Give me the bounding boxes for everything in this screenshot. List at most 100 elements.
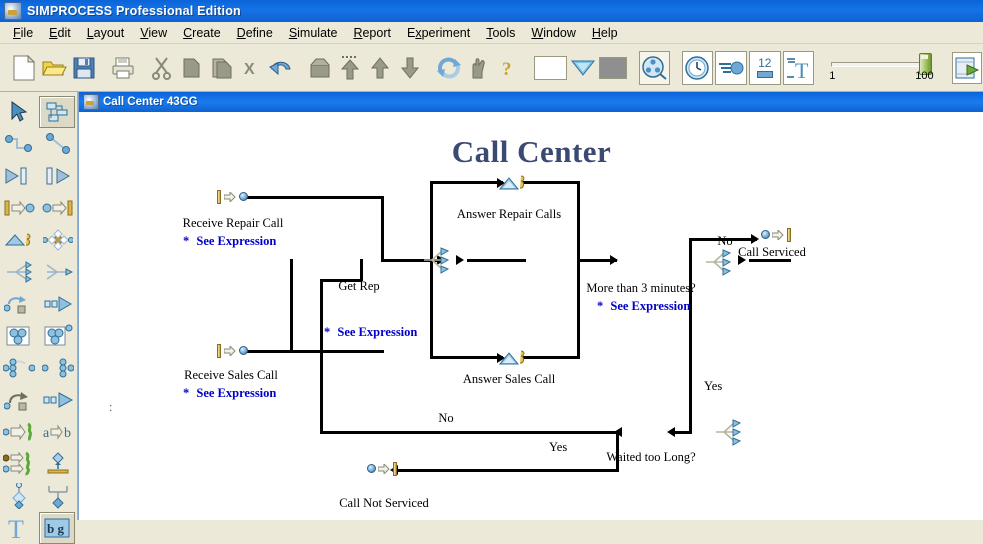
split-tool[interactable] — [41, 257, 75, 287]
text-tool[interactable]: T — [2, 513, 36, 543]
see-expression-text-4: See Expression — [610, 299, 691, 313]
fill-color-swatch[interactable] — [533, 55, 568, 80]
run-simulation-icon[interactable] — [952, 51, 982, 84]
sequence-tool[interactable] — [41, 353, 75, 383]
svg-text:b g: b g — [47, 521, 64, 536]
connector-straight-tool[interactable] — [41, 129, 75, 159]
hierarchy-layout-tool[interactable] — [39, 96, 76, 128]
distribute-tool[interactable] — [41, 225, 75, 255]
hand-grab-icon[interactable] — [465, 51, 493, 85]
node-answer-repair-calls[interactable] — [498, 174, 527, 197]
go-down-icon[interactable] — [396, 51, 424, 85]
explode-icon[interactable] — [307, 51, 335, 85]
cut-scissors-icon[interactable] — [148, 51, 176, 85]
font-size-icon[interactable]: 12 — [748, 50, 781, 85]
speed-icon[interactable] — [715, 50, 747, 85]
merge-tool[interactable] — [2, 257, 36, 287]
edge-sales-to-getrep-v — [290, 259, 293, 353]
process-start-tool[interactable] — [2, 161, 36, 191]
go-up-top-icon[interactable] — [336, 51, 364, 85]
film-reel-icon[interactable] — [638, 50, 671, 85]
menu-report[interactable]: Report — [345, 24, 399, 42]
dispose-entity-icon — [761, 228, 793, 242]
node-get-rep[interactable] — [423, 246, 455, 279]
copy-icon[interactable] — [178, 51, 206, 85]
window-titlebar: SIMPROCESS Professional Edition — [0, 0, 983, 22]
text-format-icon[interactable]: T — [782, 50, 815, 85]
dispose-entity-tool[interactable] — [41, 193, 75, 223]
zoom-slider-track[interactable] — [831, 61, 930, 67]
menu-define[interactable]: Define — [229, 24, 281, 42]
svg-text:T: T — [8, 515, 24, 541]
paste-icon[interactable] — [208, 51, 236, 85]
delete-x-icon[interactable]: X — [238, 51, 266, 85]
help-question-icon[interactable]: ? — [495, 51, 523, 85]
pattern-swatch-icon[interactable] — [599, 56, 628, 79]
node-more-than-3-minutes[interactable] — [705, 248, 737, 281]
menu-experiment[interactable]: Experiment — [399, 24, 478, 42]
gather-tool[interactable] — [2, 449, 36, 479]
process-diagram-canvas[interactable]: Call Center No Yes No Yes Receive Repair… — [79, 112, 983, 520]
open-folder-icon[interactable] — [40, 51, 68, 85]
resource-release-tool[interactable] — [41, 289, 75, 319]
node-receive-repair-call[interactable] — [217, 190, 251, 204]
svg-text:X: X — [244, 61, 255, 78]
process-end-tool[interactable] — [41, 161, 75, 191]
store-tool[interactable]: ab — [41, 417, 75, 447]
menu-simulate[interactable]: Simulate — [281, 24, 346, 42]
branch-bottom-h — [430, 356, 503, 359]
node-receive-sales-call[interactable] — [217, 344, 251, 358]
select-pointer-tool[interactable] — [2, 97, 36, 127]
document-titlebar[interactable]: Call Center 43GG — [79, 92, 983, 112]
refresh-icon[interactable] — [435, 51, 463, 85]
menu-help[interactable]: Help — [584, 24, 626, 42]
resource-assign-tool[interactable] — [2, 289, 36, 319]
menu-window[interactable]: Window — [523, 24, 583, 42]
edge-no-loop-v — [320, 279, 323, 434]
background-tool[interactable]: b g — [39, 512, 76, 544]
node-label-call-serviced: Call Serviced — [738, 245, 806, 259]
zoom-slider[interactable]: 1 100 — [821, 48, 940, 88]
clone-tool[interactable] — [41, 385, 75, 415]
node-answer-sales-call[interactable] — [498, 349, 527, 372]
distribute-down-tool[interactable] — [41, 449, 75, 479]
generate-entity-tool[interactable] — [2, 193, 36, 223]
menu-view[interactable]: View — [132, 24, 175, 42]
activity-resource-tool[interactable] — [2, 225, 36, 255]
unbatch-group-tool[interactable] — [41, 321, 75, 351]
connector-zigzag-tool[interactable] — [2, 129, 36, 159]
go-up-icon[interactable] — [366, 51, 394, 85]
fill-color-dropdown-icon[interactable] — [569, 51, 597, 85]
new-document-icon[interactable] — [10, 51, 38, 85]
edge-sales-to-getrep-h1 — [243, 350, 384, 353]
undo-arrow-icon[interactable] — [267, 51, 295, 85]
assemble-tool[interactable] — [2, 417, 36, 447]
palette-row: T b g — [0, 512, 77, 544]
menu-tools[interactable]: Tools — [478, 24, 523, 42]
delay-tool[interactable] — [2, 385, 36, 415]
fork-tool[interactable] — [41, 481, 75, 511]
node-call-serviced[interactable] — [761, 228, 793, 242]
edge-label-no-top: No — [717, 234, 733, 248]
menu-create[interactable]: Create — [175, 24, 229, 42]
clock-icon[interactable] — [681, 50, 714, 85]
batch-group-tool[interactable] — [2, 321, 36, 351]
diagram-title: Call Center — [451, 134, 612, 169]
asterisk-marker: * — [324, 325, 331, 339]
palette-row: ab — [0, 416, 77, 448]
aggregate-tool[interactable] — [2, 481, 36, 511]
node-call-not-serviced[interactable] — [367, 462, 399, 476]
save-disk-icon[interactable] — [70, 51, 98, 85]
node-expression-get-rep: * See Expression — [324, 325, 417, 340]
menu-edit[interactable]: Edit — [41, 24, 79, 42]
palette-row — [0, 256, 77, 288]
node-label-receive-sales-call: Receive Sales Call — [184, 368, 278, 382]
palette-row — [0, 96, 77, 128]
menu-layout[interactable]: Layout — [79, 24, 133, 42]
node-waited-too-long[interactable] — [715, 418, 747, 451]
menu-file[interactable]: File — [5, 24, 41, 42]
print-icon[interactable] — [109, 51, 137, 85]
distribute-node-icon — [706, 249, 732, 276]
svg-text:?: ? — [502, 59, 512, 80]
transform-cycle-tool[interactable] — [2, 353, 36, 383]
